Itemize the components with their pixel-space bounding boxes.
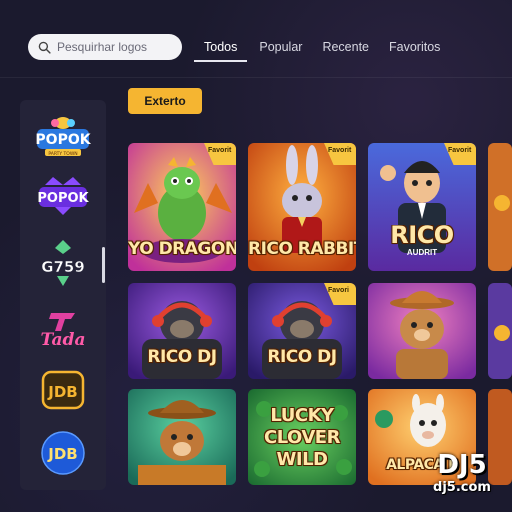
game-card-rico-rabbit[interactable]: Favorit RICO RABBIT [248, 143, 356, 271]
game-artwork-partial [488, 143, 512, 271]
provider-popok-party-town[interactable]: POPOK PARTY TOWN [20, 108, 106, 164]
watermark-logo-text: DJ5 [437, 450, 487, 480]
tab-favoritos[interactable]: Favoritos [379, 34, 450, 62]
game-card-bear-2[interactable] [128, 389, 236, 485]
game-card-rico-dj-1[interactable]: RICO DJ [128, 283, 236, 379]
bear-artwork [128, 389, 236, 485]
category-button[interactable]: Exterto [128, 88, 202, 114]
jdb-logo: JDB [41, 370, 85, 410]
game-card-bear[interactable] [368, 283, 476, 379]
search-icon [38, 41, 51, 54]
tab-popular[interactable]: Popular [249, 34, 312, 62]
search-box[interactable] [28, 34, 182, 60]
header-divider [0, 77, 512, 78]
g759-logo: G759 [41, 240, 85, 286]
provider-logo-text: POPOK [37, 191, 89, 206]
game-card-lucky-clover-wild[interactable]: LUCKY CLOVER WILD [248, 389, 356, 485]
tab-bar: Todos Popular Recente Favoritos [194, 34, 450, 62]
popok-logo: POPOK [37, 177, 90, 215]
game-subtitle: AUDRIT [406, 248, 438, 257]
provider-logo-text: JDB [47, 445, 77, 463]
game-title: YO DRAGON [128, 239, 236, 259]
game-title: RICO DJ [147, 347, 217, 367]
tab-recente[interactable]: Recente [312, 34, 379, 62]
provider-logo-text: G759 [41, 258, 85, 276]
watermark-url: dj5.com [433, 480, 491, 495]
provider-logo-text: POPOK [35, 132, 91, 148]
provider-sidebar: POPOK PARTY TOWN POPOK G759 Tada JDB JDB [20, 100, 106, 490]
jdb-round-logo: JDB [41, 431, 85, 475]
game-title: RICO DJ [267, 347, 337, 367]
game-card-rico[interactable]: Favorit RICO AUDRIT [368, 143, 476, 271]
game-card-yo-dragon[interactable]: Favorit YO DRAGON [128, 143, 236, 271]
provider-g759[interactable]: G759 [20, 235, 106, 291]
game-title: LUCKY CLOVER WILD [264, 405, 340, 470]
game-title: RICO [390, 225, 454, 245]
provider-tada[interactable]: Tada [20, 300, 106, 356]
watermark: DJ5 dj5.com [418, 450, 506, 506]
provider-jdb[interactable]: JDB [20, 362, 106, 418]
provider-logo-subtext: PARTY TOWN [48, 151, 77, 157]
game-artwork-partial [488, 283, 512, 379]
provider-jdb-round[interactable]: JDB [20, 425, 106, 481]
tab-todos[interactable]: Todos [194, 34, 248, 62]
top-bar: Todos Popular Recente Favoritos [0, 0, 512, 78]
provider-logo-text: JDB [47, 383, 77, 401]
search-input[interactable] [57, 40, 177, 54]
provider-popok[interactable]: POPOK [20, 168, 106, 224]
game-card-partial[interactable] [488, 143, 512, 271]
game-card-rico-dj-2[interactable]: Favori RICO DJ [248, 283, 356, 379]
tada-logo: Tada [41, 313, 86, 350]
game-title: RICO RABBIT [248, 239, 356, 259]
provider-logo-text: Tada [41, 330, 86, 350]
sidebar-scrollbar[interactable] [102, 247, 105, 283]
game-card-partial-2[interactable] [488, 283, 512, 379]
bear-artwork [368, 283, 476, 379]
popok-party-town-logo: POPOK PARTY TOWN [35, 117, 92, 157]
